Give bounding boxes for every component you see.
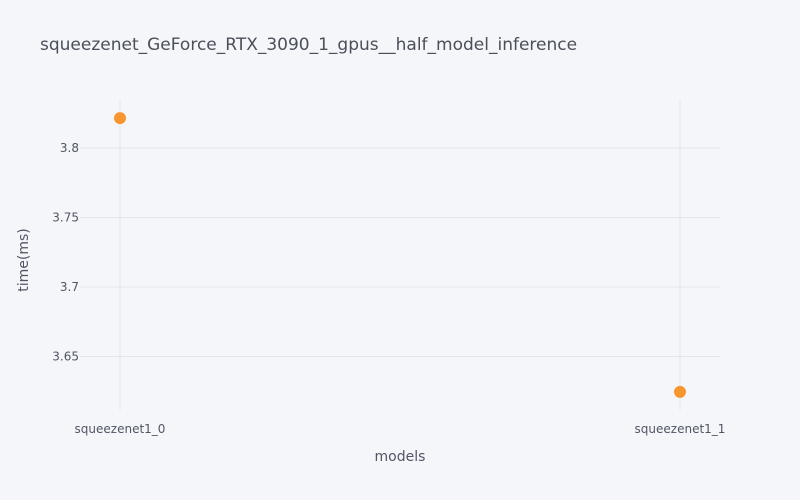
y-tick-label: 3.75 — [52, 210, 79, 224]
data-point — [114, 112, 126, 125]
x-tick-label: squeezenet1_0 — [75, 422, 166, 436]
data-point — [674, 385, 686, 398]
x-axis-ticks: squeezenet1_0 squeezenet1_1 — [75, 422, 726, 436]
y-axis-title: time(ms) — [16, 228, 32, 292]
y-tick-label: 3.7 — [60, 280, 79, 294]
chart-title: squeezenet_GeForce_RTX_3090_1_gpus__half… — [40, 35, 577, 55]
x-gridlines — [119, 100, 681, 410]
y-tick-label: 3.8 — [60, 141, 79, 155]
y-tick-label: 3.65 — [52, 349, 79, 363]
chart: squeezenet_GeForce_RTX_3090_1_gpus__half… — [0, 0, 800, 500]
scatter-plot: squeezenet_GeForce_RTX_3090_1_gpus__half… — [16, 35, 726, 465]
data-points — [114, 112, 686, 398]
y-axis-ticks: 3.65 3.7 3.75 3.8 — [52, 141, 79, 364]
y-gridlines — [80, 147, 720, 357]
x-axis-title: models — [375, 449, 426, 465]
x-tick-label: squeezenet1_1 — [635, 422, 726, 436]
